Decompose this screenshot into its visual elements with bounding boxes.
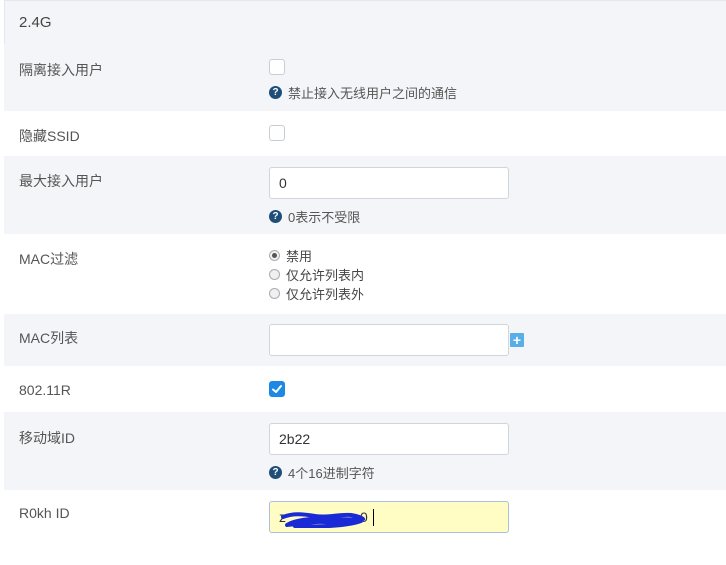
mobility-domain-input[interactable] (269, 423, 509, 455)
dot11r-checkbox[interactable] (269, 381, 285, 397)
hide-ssid-checkbox[interactable] (269, 125, 285, 141)
checkmark-icon (272, 385, 282, 393)
max-clients-input[interactable] (269, 167, 509, 199)
mac-filter-option-allow-in-list[interactable]: 仅允许列表内 (269, 265, 364, 283)
dot11r-label: 802.11R (19, 382, 71, 398)
radio-selected-icon[interactable] (269, 249, 280, 261)
radio-icon[interactable] (269, 268, 280, 280)
mac-list-label: MAC列表 (19, 330, 79, 346)
question-circle-icon: ? (269, 86, 282, 99)
question-circle-icon: ? (269, 210, 282, 223)
row-hide-ssid (4, 111, 726, 156)
row-mac-filter (4, 234, 726, 314)
text-cursor (373, 509, 374, 526)
isolate-users-help-text: 禁止接入无线用户之间的通信 (288, 86, 458, 101)
isolate-users-label: 隔离接入用户 (19, 62, 103, 78)
panel-title: 2.4G (19, 14, 52, 31)
mac-filter-option-disabled[interactable]: 禁用 (269, 246, 312, 264)
radio-option-label: 仅允许列表外 (286, 286, 365, 302)
row-80211r (4, 366, 726, 412)
question-circle-icon: ? (269, 466, 282, 479)
max-clients-help: ? 0表示不受限 (269, 207, 360, 226)
radio-option-label: 仅允许列表内 (286, 267, 365, 283)
mobility-domain-help-text: 4个16进制字符 (288, 466, 375, 481)
max-clients-label: 最大接入用户 (19, 173, 103, 189)
mac-list-input[interactable] (269, 324, 509, 356)
panel-header: 2.4G (5, 1, 726, 45)
isolate-users-help: ? 禁止接入无线用户之间的通信 (269, 83, 457, 102)
redaction-scribble (281, 512, 365, 528)
mac-filter-label: MAC过滤 (19, 251, 79, 267)
plus-icon[interactable]: + (510, 333, 524, 347)
radio-icon[interactable] (269, 287, 280, 299)
max-clients-help-text: 0表示不受限 (288, 210, 361, 225)
isolate-users-checkbox[interactable] (269, 59, 285, 75)
radio-option-label: 禁用 (286, 248, 313, 264)
mobility-domain-help: ? 4个16进制字符 (269, 463, 375, 482)
r0kh-id-label: R0kh ID (19, 505, 70, 521)
hide-ssid-label: 隐藏SSID (19, 128, 80, 144)
mac-filter-option-allow-out-list[interactable]: 仅允许列表外 (269, 284, 364, 302)
mobility-domain-label: 移动域ID (19, 430, 75, 446)
